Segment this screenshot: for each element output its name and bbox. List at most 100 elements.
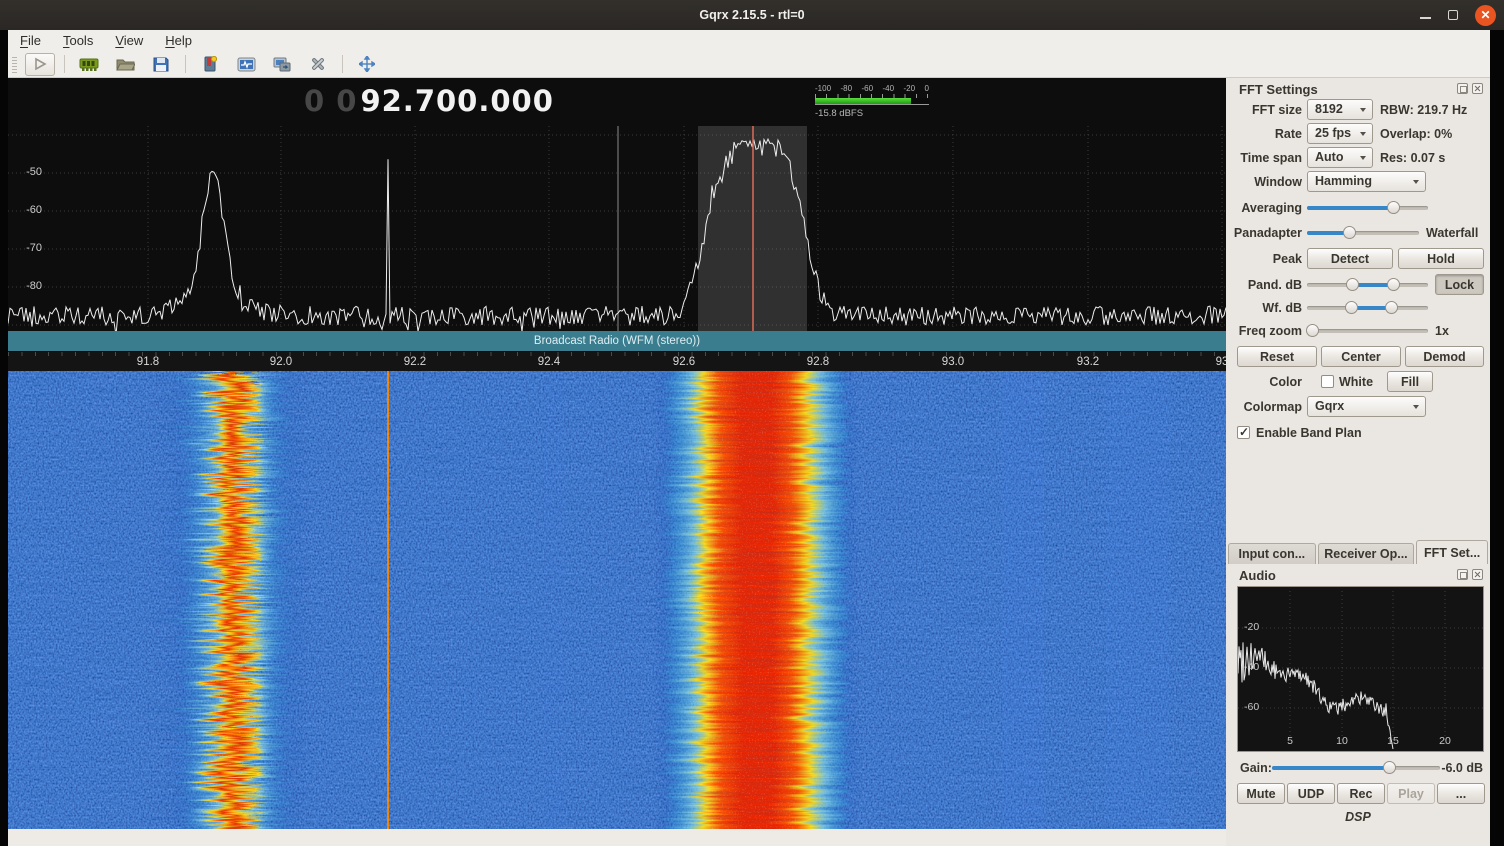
close-icon[interactable]: ✕ bbox=[1475, 5, 1496, 26]
waterfall-label: Waterfall bbox=[1426, 226, 1478, 240]
header: File Tools View Help bbox=[8, 30, 1490, 78]
panadapter-label: Panadapter bbox=[1226, 226, 1302, 240]
menu-view[interactable]: View bbox=[115, 33, 143, 48]
audio-x-label: 5 bbox=[1278, 735, 1302, 747]
more-button[interactable]: ... bbox=[1437, 783, 1485, 804]
gain-label: Gain: bbox=[1240, 761, 1272, 775]
fill-button[interactable]: Fill bbox=[1387, 371, 1433, 392]
load-settings-icon[interactable] bbox=[110, 53, 140, 76]
rec-button[interactable]: Rec bbox=[1337, 783, 1385, 804]
bookmarks-icon[interactable] bbox=[195, 53, 225, 76]
mute-button[interactable]: Mute bbox=[1237, 783, 1285, 804]
rate-select[interactable]: 25 fps bbox=[1307, 123, 1373, 144]
colormap-select[interactable]: Gqrx bbox=[1307, 396, 1426, 417]
time-span-label: Time span bbox=[1226, 151, 1302, 165]
tab-input-controls[interactable]: Input con... bbox=[1228, 543, 1316, 564]
white-checkbox-label: White bbox=[1339, 375, 1373, 389]
window-title: Gqrx 2.15.5 - rtl=0 bbox=[699, 8, 804, 22]
split-slider[interactable] bbox=[1307, 225, 1419, 240]
frequency-digits[interactable]: 92.700.000 bbox=[360, 84, 553, 118]
status-strip bbox=[8, 829, 1226, 846]
pand-db-lock-button[interactable]: Lock bbox=[1435, 274, 1484, 295]
freq-axis-label: 92.8 bbox=[796, 356, 840, 368]
frequency-axis[interactable]: 91.8 92.0 92.2 92.4 92.6 92.8 93.0 93.2 … bbox=[8, 352, 1226, 371]
menubar: File Tools View Help bbox=[8, 30, 1490, 51]
fft-size-select[interactable]: 8192 bbox=[1307, 99, 1373, 120]
pand-db-label: Pand. dB bbox=[1226, 278, 1302, 292]
meter-tick-label: -20 bbox=[904, 84, 916, 93]
spectrum-column: 0 0 92.700.000 -100 -80 -60 -40 -20 0 -1… bbox=[8, 78, 1226, 829]
freq-zoom-slider[interactable] bbox=[1307, 323, 1428, 338]
dock-close-icon[interactable] bbox=[1472, 569, 1483, 580]
gqrx-window: Gqrx 2.15.5 - rtl=0 ✕ File Tools View He… bbox=[0, 0, 1504, 846]
db-axis-label: -70 bbox=[8, 242, 42, 254]
tools-icon[interactable] bbox=[303, 53, 333, 76]
wf-db-range-slider[interactable] bbox=[1307, 300, 1428, 315]
dock-close-icon[interactable] bbox=[1472, 83, 1483, 94]
freq-zoom-value: 1x bbox=[1435, 324, 1449, 338]
remote-control-icon[interactable] bbox=[267, 53, 297, 76]
menu-file[interactable]: File bbox=[20, 33, 41, 48]
titlebar[interactable]: Gqrx 2.15.5 - rtl=0 ✕ bbox=[0, 0, 1504, 30]
dsp-label: DSP bbox=[1226, 810, 1490, 824]
toolbar-separator bbox=[342, 55, 343, 73]
meter-tick-label: 0 bbox=[925, 84, 929, 93]
enable-band-plan-checkbox[interactable] bbox=[1237, 426, 1250, 439]
audio-x-label: 15 bbox=[1381, 735, 1405, 747]
band-plan-label: Broadcast Radio (WFM (stereo)) bbox=[534, 335, 700, 347]
tab-fft-settings[interactable]: FFT Set... bbox=[1416, 540, 1488, 564]
fft-settings-dock: FFT Settings FFT size 8192 RBW: 219.7 Hz… bbox=[1226, 78, 1490, 540]
freq-axis-label: 93.2 bbox=[1066, 356, 1110, 368]
restore-icon[interactable] bbox=[1448, 10, 1458, 20]
save-settings-icon[interactable] bbox=[146, 53, 176, 76]
reset-button[interactable]: Reset bbox=[1237, 346, 1317, 367]
audio-y-label: -60 bbox=[1244, 701, 1259, 713]
db-axis-label: -60 bbox=[8, 204, 42, 216]
frequency-dim-digits[interactable]: 0 0 bbox=[304, 84, 357, 118]
spectrum-trace bbox=[8, 139, 1226, 335]
meter-tick-label: -80 bbox=[840, 84, 852, 93]
menu-tools[interactable]: Tools bbox=[63, 33, 93, 48]
minimize-icon[interactable] bbox=[1420, 17, 1431, 19]
panadapter[interactable]: 0 0 92.700.000 -100 -80 -60 -40 -20 0 -1… bbox=[8, 78, 1226, 352]
play-button[interactable]: Play bbox=[1387, 783, 1435, 804]
audio-title: Audio bbox=[1239, 568, 1276, 583]
tab-receiver-options[interactable]: Receiver Op... bbox=[1318, 543, 1415, 564]
toolbar-drag-handle[interactable] bbox=[12, 55, 17, 73]
peak-detect-button[interactable]: Detect bbox=[1307, 248, 1393, 269]
fullscreen-icon[interactable] bbox=[352, 53, 382, 76]
pand-db-range-slider[interactable] bbox=[1307, 277, 1428, 292]
center-button[interactable]: Center bbox=[1321, 346, 1401, 367]
fft-size-label: FFT size bbox=[1226, 103, 1302, 117]
color-label: Color bbox=[1226, 375, 1302, 389]
enable-band-plan-label: Enable Band Plan bbox=[1256, 426, 1362, 440]
dbfs-meter: -100 -80 -60 -40 -20 0 -15.8 dBFS bbox=[815, 84, 929, 119]
dock-float-icon[interactable] bbox=[1457, 83, 1468, 94]
window-select[interactable]: Hamming bbox=[1307, 171, 1426, 192]
audio-x-label: 10 bbox=[1330, 735, 1354, 747]
frequency-display[interactable]: 0 0 92.700.000 bbox=[304, 84, 554, 118]
gain-slider[interactable] bbox=[1272, 760, 1440, 775]
dock-float-icon[interactable] bbox=[1457, 569, 1468, 580]
menu-help[interactable]: Help bbox=[165, 33, 192, 48]
freq-axis-label: 92.4 bbox=[527, 356, 571, 368]
window-label: Window bbox=[1226, 175, 1302, 189]
window-edge bbox=[0, 30, 8, 846]
averaging-label: Averaging bbox=[1226, 201, 1302, 215]
toolbar bbox=[8, 51, 1490, 78]
udp-button[interactable]: UDP bbox=[1287, 783, 1335, 804]
dsp-display-icon[interactable] bbox=[231, 53, 261, 76]
white-checkbox[interactable] bbox=[1321, 375, 1334, 388]
io-devices-icon[interactable] bbox=[74, 53, 104, 76]
meter-tick-label: -40 bbox=[883, 84, 895, 93]
waterfall[interactable] bbox=[8, 371, 1226, 829]
freq-axis-label: 93.0 bbox=[931, 356, 975, 368]
audio-y-label: -40 bbox=[1244, 661, 1259, 673]
time-span-select[interactable]: Auto bbox=[1307, 147, 1373, 168]
demod-button[interactable]: Demod bbox=[1405, 346, 1484, 367]
start-dsp-icon[interactable] bbox=[25, 53, 55, 76]
peak-hold-button[interactable]: Hold bbox=[1398, 248, 1484, 269]
meter-level-bar bbox=[815, 98, 911, 104]
averaging-slider[interactable] bbox=[1307, 200, 1428, 215]
res-value: Res: 0.07 s bbox=[1380, 151, 1445, 165]
